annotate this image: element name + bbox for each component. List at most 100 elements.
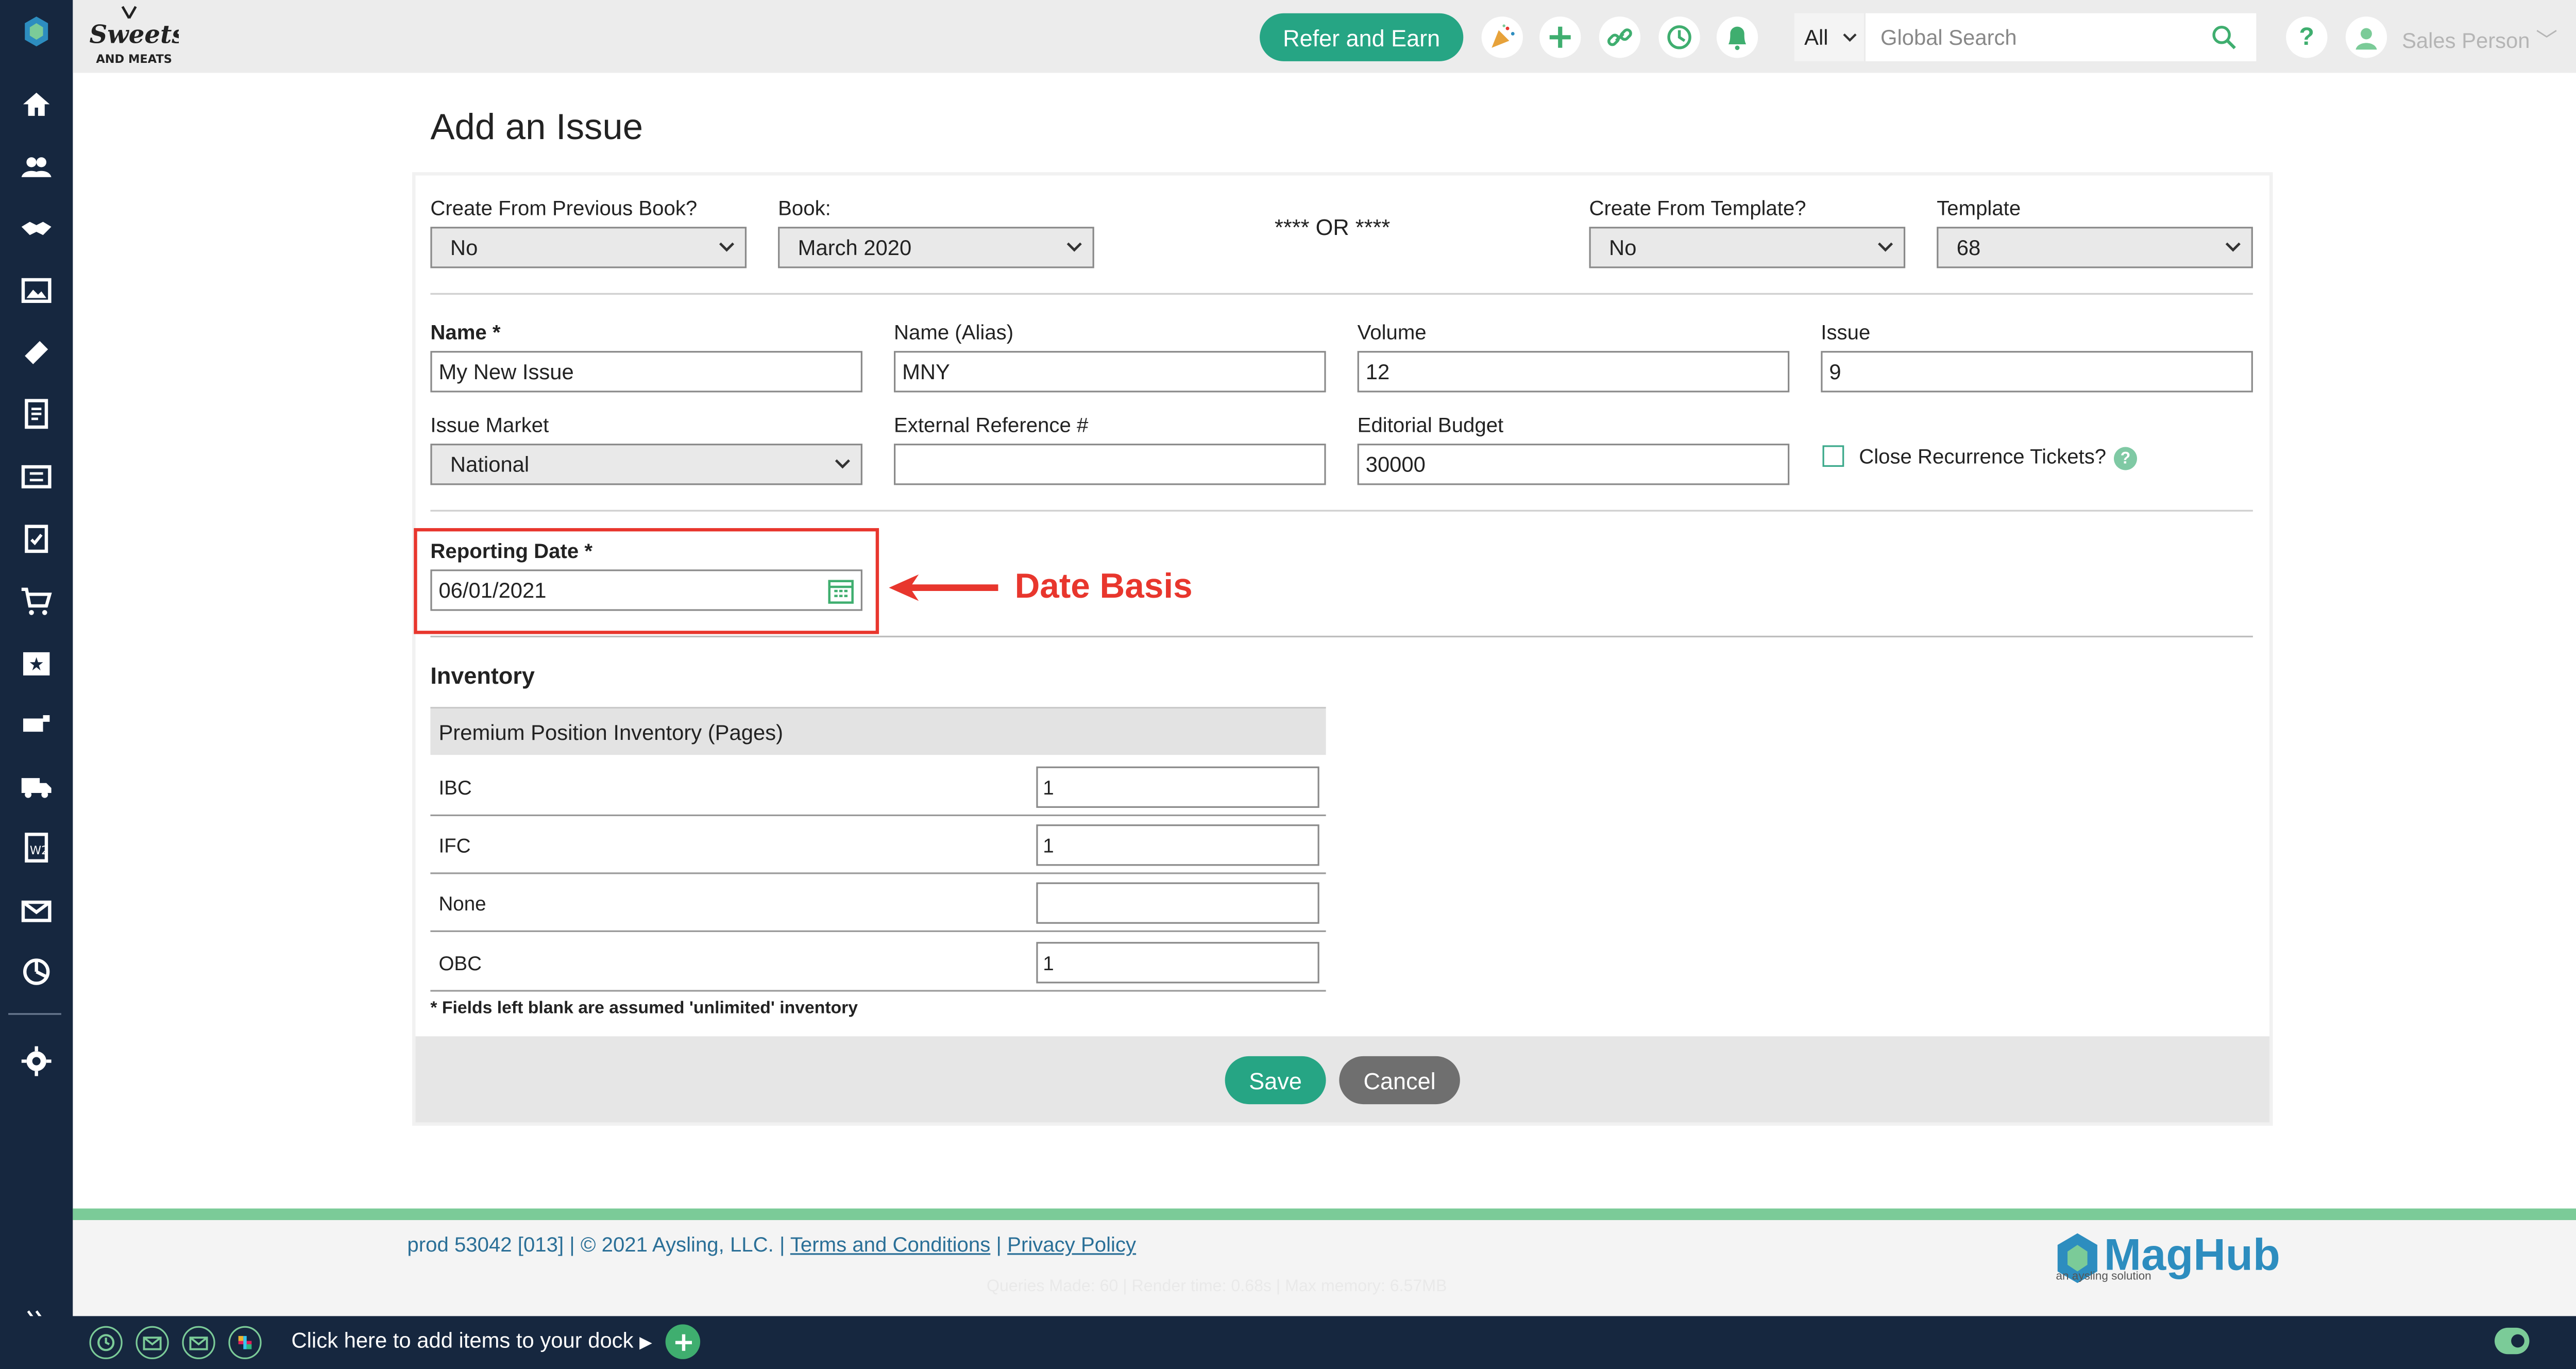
contacts-icon[interactable] bbox=[18, 149, 55, 185]
gear-icon[interactable] bbox=[18, 1043, 55, 1079]
volume-input[interactable]: 12 bbox=[1357, 351, 1790, 393]
gallery-icon[interactable] bbox=[18, 272, 55, 308]
book-value: March 2020 bbox=[798, 235, 912, 260]
alias-input[interactable]: MNY bbox=[894, 351, 1326, 393]
envelope-icon[interactable] bbox=[135, 1326, 169, 1359]
clock-icon[interactable] bbox=[89, 1326, 123, 1359]
global-search-placeholder: Global Search bbox=[1880, 25, 2017, 50]
maghub-logo-icon[interactable] bbox=[18, 13, 55, 50]
search-icon[interactable] bbox=[2212, 25, 2236, 49]
inventory-row-name: None bbox=[438, 892, 486, 916]
save-button[interactable]: Save bbox=[1225, 1056, 1326, 1105]
book-label: Book: bbox=[778, 197, 831, 221]
date-basis-annotation: Date Basis bbox=[1014, 568, 1193, 606]
dock-add-items-prompt[interactable]: Click here to add items to your dock ▶ bbox=[291, 1328, 652, 1353]
issue-market-select[interactable]: National bbox=[430, 444, 862, 485]
search-scope-value: All bbox=[1804, 25, 1828, 50]
mail-icon[interactable] bbox=[18, 892, 55, 929]
chevron-down-icon bbox=[1878, 242, 1893, 252]
or-separator: **** OR **** bbox=[1275, 215, 1391, 240]
create-from-template-select[interactable]: No bbox=[1589, 227, 1906, 268]
svg-text:AND MEATS: AND MEATS bbox=[96, 53, 172, 66]
template-value: 68 bbox=[1956, 235, 1981, 260]
home-icon[interactable] bbox=[18, 86, 55, 123]
divider bbox=[430, 293, 2253, 295]
inventory-table-header: Premium Position Inventory (Pages) bbox=[430, 706, 1326, 755]
cart-icon[interactable] bbox=[18, 583, 55, 619]
invoice-icon[interactable] bbox=[18, 396, 55, 432]
ticket-icon[interactable] bbox=[18, 334, 55, 371]
sweets-and-meats-logo[interactable]: Sweets AND MEATS bbox=[86, 3, 186, 70]
inventory-title: Inventory bbox=[430, 662, 535, 689]
inventory-row-input[interactable]: 1 bbox=[1036, 824, 1319, 866]
template-select[interactable]: 68 bbox=[1937, 227, 2253, 268]
add-icon[interactable] bbox=[1539, 16, 1581, 58]
inventory-row-input[interactable]: 1 bbox=[1036, 942, 1319, 984]
help-icon[interactable]: ? bbox=[2114, 447, 2137, 470]
svg-text:W2: W2 bbox=[30, 844, 49, 857]
global-search-input[interactable]: Global Search bbox=[1866, 13, 2257, 61]
template-label: Template bbox=[1937, 197, 2021, 221]
dock-toggle[interactable] bbox=[2494, 1327, 2530, 1355]
privacy-link[interactable]: Privacy Policy bbox=[1007, 1233, 1136, 1257]
slack-icon[interactable] bbox=[228, 1326, 262, 1359]
inventory-row-name: IBC bbox=[438, 776, 472, 800]
inventory-row-name: IFC bbox=[438, 834, 471, 858]
terms-link[interactable]: Terms and Conditions bbox=[790, 1233, 990, 1257]
table-row: None bbox=[430, 874, 1326, 932]
app-root: W2 Sweets AND MEATS Refer and Earn All G… bbox=[0, 0, 2576, 1369]
email-icon[interactable] bbox=[182, 1326, 215, 1359]
exchange-icon[interactable] bbox=[18, 459, 55, 495]
create-from-template-label: Create From Template? bbox=[1589, 197, 1806, 221]
alias-value: MNY bbox=[902, 359, 950, 384]
chevron-down-icon bbox=[2225, 242, 2241, 252]
close-recurrence-checkbox[interactable] bbox=[1822, 445, 1844, 467]
user-menu[interactable]: Sales Person ﹀ bbox=[2402, 23, 2557, 55]
inventory-row-input[interactable]: 1 bbox=[1036, 766, 1319, 808]
clipboard-icon[interactable] bbox=[18, 520, 55, 556]
left-sidebar: W2 bbox=[0, 0, 73, 1369]
create-from-previous-value: No bbox=[450, 235, 478, 260]
link-icon[interactable] bbox=[1599, 16, 1641, 58]
chevron-down-icon bbox=[1843, 33, 1857, 42]
issue-input[interactable]: 9 bbox=[1821, 351, 2253, 393]
name-input[interactable]: My New Issue bbox=[430, 351, 862, 393]
annotation-arrow-icon bbox=[889, 574, 998, 601]
party-popper-icon[interactable] bbox=[1481, 16, 1523, 58]
divider bbox=[430, 635, 2253, 638]
external-reference-input[interactable] bbox=[894, 444, 1326, 485]
help-icon[interactable]: ? bbox=[2286, 16, 2328, 58]
avatar-icon[interactable] bbox=[2345, 16, 2387, 58]
w2-form-icon[interactable]: W2 bbox=[18, 830, 55, 866]
footer-text: prod 53042 [013] | © 2021 Aysling, LLC. … bbox=[407, 1233, 1136, 1257]
footer-accent-bar bbox=[73, 1208, 2576, 1220]
search-scope-select[interactable]: All bbox=[1794, 13, 1864, 61]
analytics-icon[interactable] bbox=[18, 954, 55, 990]
issue-market-value: National bbox=[450, 452, 530, 477]
dock-add-icon[interactable] bbox=[665, 1324, 701, 1359]
volume-value: 12 bbox=[1365, 359, 1390, 384]
truck-icon[interactable] bbox=[18, 768, 55, 805]
bell-icon[interactable] bbox=[1716, 16, 1758, 58]
book-select[interactable]: March 2020 bbox=[778, 227, 1094, 268]
cancel-button[interactable]: Cancel bbox=[1339, 1056, 1460, 1105]
sidebar-divider bbox=[8, 1013, 61, 1015]
issue-label: Issue bbox=[1821, 321, 1871, 345]
history-icon[interactable] bbox=[1658, 16, 1700, 58]
external-reference-label: External Reference # bbox=[894, 414, 1089, 437]
table-row: IBC 1 bbox=[430, 758, 1326, 817]
close-recurrence-label: Close Recurrence Tickets? bbox=[1859, 445, 2107, 469]
inventory-row-input[interactable] bbox=[1036, 882, 1319, 924]
editorial-budget-label: Editorial Budget bbox=[1357, 414, 1504, 437]
handshake-icon[interactable] bbox=[18, 210, 55, 247]
mailbox-icon[interactable] bbox=[18, 705, 55, 742]
issue-value: 9 bbox=[1829, 359, 1841, 384]
volume-label: Volume bbox=[1357, 321, 1427, 345]
maghub-tagline: an aysling solution bbox=[2056, 1271, 2151, 1283]
create-from-previous-select[interactable]: No bbox=[430, 227, 747, 268]
inventory-row-value: 1 bbox=[1043, 951, 1054, 974]
calendar-star-icon[interactable] bbox=[18, 644, 55, 681]
editorial-budget-input[interactable]: 30000 bbox=[1357, 444, 1790, 485]
annotation-highlight-box bbox=[414, 528, 879, 634]
refer-and-earn-button[interactable]: Refer and Earn bbox=[1260, 13, 1464, 61]
